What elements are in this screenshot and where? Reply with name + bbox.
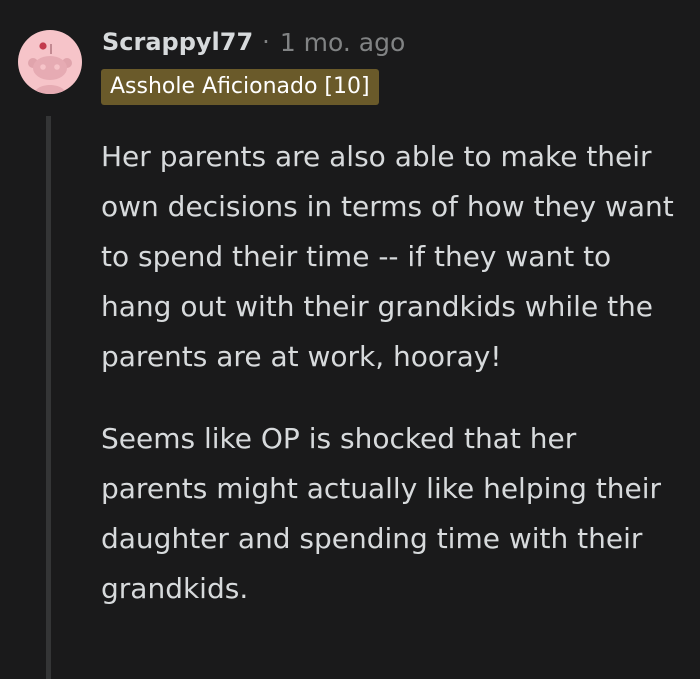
separator-dot: · <box>262 28 270 56</box>
comment-header: Scrappyl77 · 1 mo. ago <box>102 24 405 60</box>
comment-timestamp[interactable]: 1 mo. ago <box>280 28 405 57</box>
comment-paragraph: Her parents are also able to make their … <box>101 140 674 373</box>
comment: Scrappyl77 · 1 mo. ago Asshole Aficionad… <box>0 0 700 679</box>
author-username[interactable]: Scrappyl77 <box>102 28 253 56</box>
user-flair-badge: Asshole Aficionado [10] <box>101 69 379 105</box>
reddit-snoo-icon <box>28 42 72 94</box>
user-avatar[interactable] <box>18 30 82 94</box>
comment-body: Her parents are also able to make their … <box>101 132 681 614</box>
comment-paragraph: Seems like OP is shocked that her parent… <box>101 422 662 605</box>
thread-collapse-line[interactable] <box>46 116 51 679</box>
